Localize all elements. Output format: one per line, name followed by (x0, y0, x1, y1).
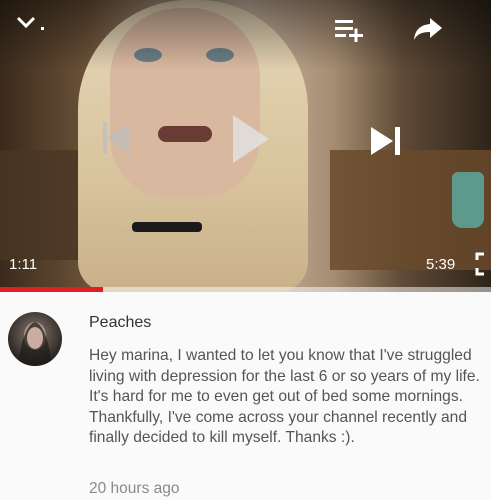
comment: Peaches Hey marina, I wanted to let you … (0, 292, 491, 500)
avatar[interactable] (8, 312, 62, 366)
play-icon[interactable] (230, 112, 272, 166)
vase (452, 172, 484, 228)
comment-text: Hey marina, I wanted to let you know tha… (89, 347, 480, 447)
mouth (158, 126, 212, 142)
chevron-down-icon[interactable] (12, 8, 52, 38)
room-background-left (0, 150, 90, 260)
fullscreen-icon[interactable] (470, 250, 490, 278)
share-icon[interactable] (408, 14, 448, 44)
current-time: 1:11 (9, 256, 38, 273)
playlist-add-icon[interactable] (330, 14, 370, 44)
duration: 5:39 (426, 256, 456, 273)
choker (132, 222, 202, 232)
comment-author[interactable]: Peaches (89, 314, 151, 332)
video-player[interactable]: 1:11 5:39 (0, 0, 491, 292)
comment-timestamp: 20 hours ago (89, 480, 180, 497)
next-icon[interactable] (368, 124, 404, 158)
previous-icon[interactable] (100, 118, 136, 158)
